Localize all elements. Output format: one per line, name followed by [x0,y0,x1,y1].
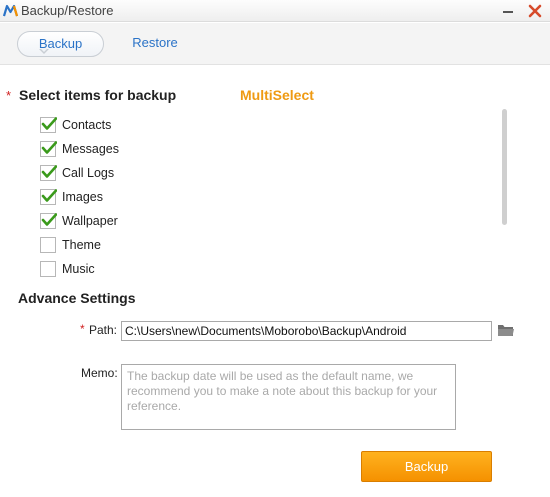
backup-item-label: Contacts [62,118,112,132]
checkmark-icon [41,189,57,202]
checkbox-music[interactable] [40,261,56,277]
path-label: Path: [89,323,118,337]
minimize-icon [503,11,513,13]
tab-restore[interactable]: Restore [122,31,188,57]
advance-settings-title: Advance Settings [18,290,136,306]
checkmark-icon [41,141,57,154]
backup-item-label: Images [62,190,103,204]
browse-folder-button[interactable] [497,322,515,338]
item-list-scrollbar[interactable] [502,109,507,225]
backup-item-images[interactable]: Images [40,185,119,209]
checkbox-call-logs[interactable] [40,165,57,181]
checkbox-contacts[interactable] [40,117,57,133]
backup-item-label: Music [62,262,95,276]
path-input[interactable] [121,321,492,341]
backup-item-call-logs[interactable]: Call Logs [40,161,119,185]
backup-item-theme[interactable]: Theme [40,233,119,257]
backup-item-label: Call Logs [62,166,115,180]
tab-active-indicator-inner [40,48,48,52]
backup-item-label: Wallpaper [62,214,118,228]
close-button[interactable] [526,2,544,20]
backup-item-list: Contacts Messages Call Logs Images Wallp… [40,113,119,281]
path-required-mark: * [80,322,85,336]
checkbox-wallpaper[interactable] [40,213,57,229]
select-items-title: Select items for backup [19,87,177,103]
multiselect-link[interactable]: MultiSelect [240,87,314,103]
backup-item-messages[interactable]: Messages [40,137,119,161]
tab-backup[interactable]: Backup [17,31,104,57]
moborobo-logo-icon [3,4,18,17]
memo-label: Memo: [81,366,118,380]
checkbox-messages[interactable] [40,141,57,157]
required-mark: * [6,88,12,103]
window-titlebar: Backup/Restore [0,0,550,22]
tab-bar: Backup Restore [0,23,550,65]
close-icon [528,4,542,18]
folder-icon [498,325,514,336]
backup-button[interactable]: Backup [361,451,492,482]
checkbox-theme[interactable] [40,237,56,253]
checkmark-icon [41,213,57,226]
window-title: Backup/Restore [21,3,114,18]
checkmark-icon [41,117,57,130]
backup-item-music[interactable]: Music [40,257,119,281]
checkmark-icon [41,165,57,178]
backup-item-label: Theme [62,238,101,252]
backup-item-wallpaper[interactable]: Wallpaper [40,209,119,233]
minimize-button[interactable] [499,2,517,20]
memo-textarea[interactable] [121,364,456,430]
backup-item-label: Messages [62,142,119,156]
backup-item-contacts[interactable]: Contacts [40,113,119,137]
checkbox-images[interactable] [40,189,57,205]
